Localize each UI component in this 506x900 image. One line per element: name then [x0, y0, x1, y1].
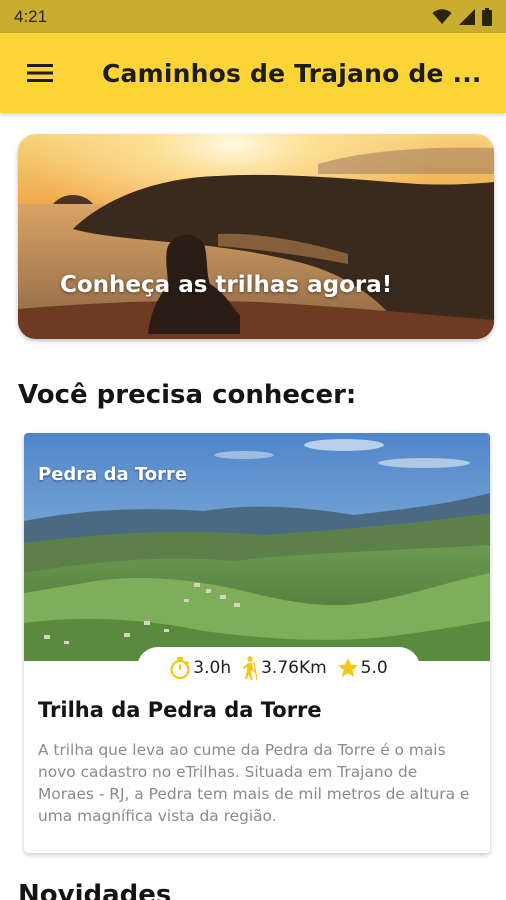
trail-card[interactable]: Pedra da Torre 3.0h 3.76Km 5.0 Trilha da… — [24, 433, 490, 853]
hero-banner[interactable]: Conheça as trilhas agora! — [18, 134, 494, 339]
status-icons — [432, 7, 492, 26]
hamburger-menu-icon[interactable] — [27, 63, 53, 83]
rating-stat: 5.0 — [337, 657, 388, 679]
distance-stat: 3.76Km — [241, 656, 327, 680]
star-icon — [337, 658, 358, 677]
section-title: Você precisa conhecer: — [18, 380, 357, 410]
trail-stats: 3.0h 3.76Km 5.0 — [137, 647, 420, 689]
menu-button[interactable] — [0, 33, 80, 113]
trail-photo: Pedra da Torre — [24, 433, 490, 661]
battery-icon — [482, 7, 492, 26]
wifi-icon — [432, 8, 452, 24]
trail-description: A trilha que leva ao cume da Pedra da To… — [38, 741, 470, 825]
hero-text: Conheça as trilhas agora! — [60, 272, 393, 298]
status-bar: 4:21 — [0, 0, 506, 33]
hero-sunset-image — [18, 134, 494, 339]
app-bar: Caminhos de Trajano de ... — [0, 33, 506, 113]
app-title: Caminhos de Trajano de ... — [102, 58, 482, 88]
stopwatch-icon — [170, 657, 190, 679]
rating-value: 5.0 — [360, 658, 388, 678]
duration-stat: 3.0h — [169, 657, 231, 679]
status-time: 4:21 — [14, 6, 48, 26]
trail-photo-label: Pedra da Torre — [38, 464, 188, 485]
duration-value: 3.0h — [193, 658, 232, 678]
trail-title: Trilha da Pedra da Torre — [38, 698, 322, 722]
signal-icon — [459, 8, 475, 25]
hiker-icon — [243, 656, 258, 680]
distance-value: 3.76Km — [261, 658, 327, 678]
news-section-title: Novidades — [18, 880, 172, 900]
